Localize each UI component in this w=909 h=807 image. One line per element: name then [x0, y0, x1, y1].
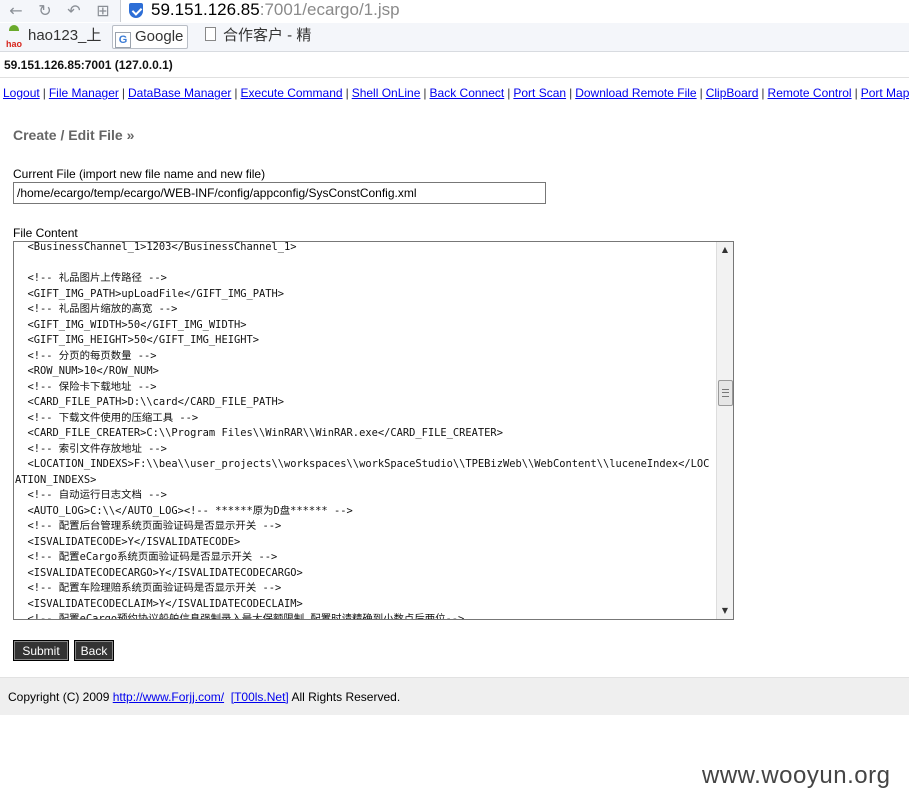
bookmark-label: hao123_上 — [28, 27, 102, 44]
menu-port-map[interactable]: Port Map — [861, 86, 909, 100]
bookmark-hao123[interactable]: hao hao123_上 — [6, 25, 102, 49]
menu-remote-control[interactable]: Remote Control — [768, 86, 852, 100]
bookmark-label: Google — [135, 28, 184, 45]
menu-file-manager[interactable]: File Manager — [49, 86, 119, 100]
copyright-text: Copyright (C) 2009 http://www.Forjj.com/… — [8, 690, 400, 704]
url-text[interactable]: 59.151.126.85:7001/ecargo/1.jsp — [151, 0, 400, 20]
submit-button[interactable]: Submit — [13, 640, 69, 661]
bookmarks-bar: hao hao123_上 G Google 合作客户 - 精 — [0, 23, 909, 52]
menu-clipboard[interactable]: ClipBoard — [706, 86, 759, 100]
back-arrow-icon[interactable]: ← — [6, 1, 26, 21]
footer: Copyright (C) 2009 http://www.Forjj.com/… — [0, 677, 909, 715]
t00ls-link[interactable]: [T00ls.Net] — [231, 690, 289, 704]
menu-download-remote-file[interactable]: Download Remote File — [575, 86, 696, 100]
reload-icon[interactable]: ↻ — [35, 1, 55, 21]
file-content-label: File Content — [13, 226, 78, 240]
copyright-suffix: All Rights Reserved. — [288, 690, 401, 704]
undo-icon[interactable]: ↶ — [64, 1, 84, 21]
back-button[interactable]: Back — [74, 640, 114, 661]
bookmark-partner[interactable]: 合作客户 - 精 — [205, 25, 311, 47]
google-logo-icon: G — [115, 32, 131, 48]
file-content-text[interactable]: <BusinessChannel_1>1203</BusinessChannel… — [15, 242, 715, 619]
hao123-logo-icon: hao — [6, 25, 24, 49]
menu-database-manager[interactable]: DataBase Manager — [128, 86, 231, 100]
security-shield-icon — [129, 3, 143, 18]
current-file-label: Current File (import new file name and n… — [13, 167, 266, 181]
watermark: www.wooyun.org — [702, 762, 891, 789]
menu-port-scan[interactable]: Port Scan — [513, 86, 566, 100]
scroll-down-arrow-icon[interactable]: ▼ — [717, 603, 733, 619]
page-icon — [205, 27, 216, 41]
url-host: 59.151.126.85 — [151, 0, 260, 19]
main-menu: Logout | File Manager | DataBase Manager | Exe… — [3, 86, 909, 100]
current-file-input[interactable] — [13, 182, 546, 204]
menu-back-connect[interactable]: Back Connect — [430, 86, 505, 100]
bookmark-label: 合作客户 - 精 — [223, 27, 312, 44]
url-path: :7001/ecargo/1.jsp — [259, 0, 400, 19]
divider — [0, 77, 909, 78]
menu-shell-online[interactable]: Shell OnLine — [352, 86, 421, 100]
copyright-prefix: Copyright (C) 2009 — [8, 690, 113, 704]
address-bar[interactable]: 59.151.126.85:7001/ecargo/1.jsp — [120, 0, 909, 22]
forjj-link[interactable]: http://www.Forjj.com/ — [113, 690, 224, 704]
scroll-up-arrow-icon[interactable]: ▲ — [717, 242, 733, 258]
grid-icon[interactable]: ⊞ — [93, 1, 113, 21]
page-title: Create / Edit File » — [13, 127, 135, 143]
bookmark-google[interactable]: G Google — [112, 25, 189, 49]
scroll-thumb[interactable] — [718, 380, 733, 406]
server-info: 59.151.126.85:7001 (127.0.0.1) — [4, 58, 173, 72]
menu-logout[interactable]: Logout — [3, 86, 40, 100]
file-content-textarea[interactable]: <BusinessChannel_1>1203</BusinessChannel… — [13, 241, 734, 620]
menu-execute-command[interactable]: Execute Command — [241, 86, 343, 100]
browser-toolbar: ← ↻ ↶ ⊞ 59.151.126.85:7001/ecargo/1.jsp — [0, 0, 909, 22]
textarea-scrollbar[interactable]: ▲ ▼ — [716, 242, 733, 619]
